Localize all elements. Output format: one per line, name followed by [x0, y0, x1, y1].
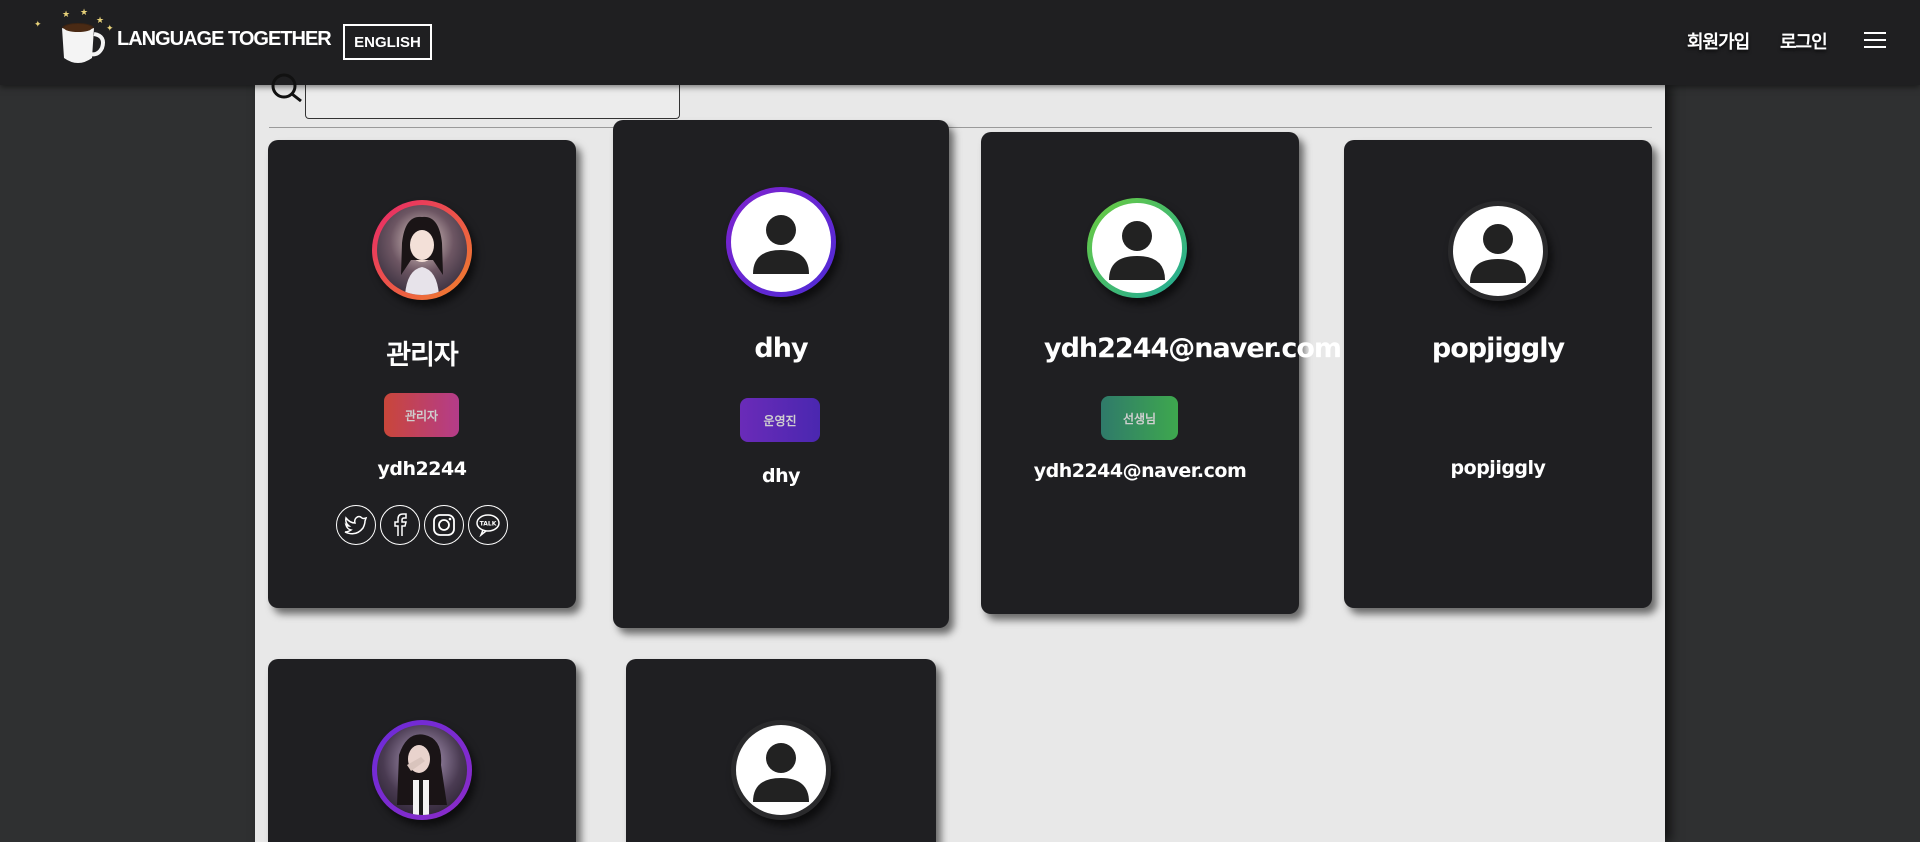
user-icon [1470, 224, 1526, 283]
card-name: 관리자 [386, 340, 459, 371]
user-icon [753, 215, 809, 274]
card-id: ydh2244@naver.com [1033, 460, 1247, 482]
user-card[interactable]: 관리자 관리자 ydh2244 TALK [268, 140, 576, 608]
user-icon [1109, 221, 1165, 280]
avatar [731, 720, 831, 820]
avatar [726, 187, 836, 297]
user-card[interactable]: dhy 운영진 dhy [613, 120, 949, 628]
user-card[interactable] [626, 659, 936, 842]
facebook-icon[interactable] [380, 505, 420, 545]
profile-photo [397, 734, 447, 815]
signup-link[interactable]: 회원가입 [1687, 28, 1750, 54]
instagram-icon[interactable] [424, 505, 464, 545]
card-id: popjiggly [1450, 457, 1546, 479]
avatar [1087, 198, 1187, 298]
avatar [372, 720, 472, 820]
language-button[interactable]: ENGLISH [343, 24, 432, 60]
twitter-icon[interactable] [336, 505, 376, 545]
user-card[interactable] [268, 659, 576, 842]
user-card[interactable]: popjiggly popjiggly [1344, 140, 1652, 608]
svg-text:TALK: TALK [480, 521, 497, 528]
divider [269, 127, 1652, 128]
logo[interactable]: ✦ ★ ★ ★ ✦ [30, 6, 120, 66]
card-id: dhy [761, 465, 801, 487]
user-card[interactable]: ydh2244@naver.com 선생님 ydh2244@naver.com [981, 132, 1342, 614]
coffee-cup-icon [62, 23, 105, 63]
card-id: ydh2244 [377, 458, 467, 480]
avatar [1448, 201, 1548, 301]
card-name: popjiggly [1431, 333, 1565, 364]
search-icon[interactable] [270, 68, 306, 102]
card-name: dhy [754, 333, 808, 364]
card-name: ydh2244@naver.com [1044, 333, 1342, 364]
hamburger-icon[interactable] [1864, 32, 1886, 50]
role-badge: 운영진 [740, 398, 820, 442]
kakaotalk-icon[interactable]: TALK [468, 505, 508, 545]
role-badge: 선생님 [1101, 396, 1178, 440]
role-badge: 관리자 [384, 393, 459, 437]
profile-photo [401, 216, 443, 295]
login-link[interactable]: 로그인 [1780, 28, 1828, 54]
user-icon [753, 743, 809, 802]
brand-title[interactable]: LANGUAGE TOGETHER [117, 28, 332, 51]
avatar [372, 200, 472, 300]
